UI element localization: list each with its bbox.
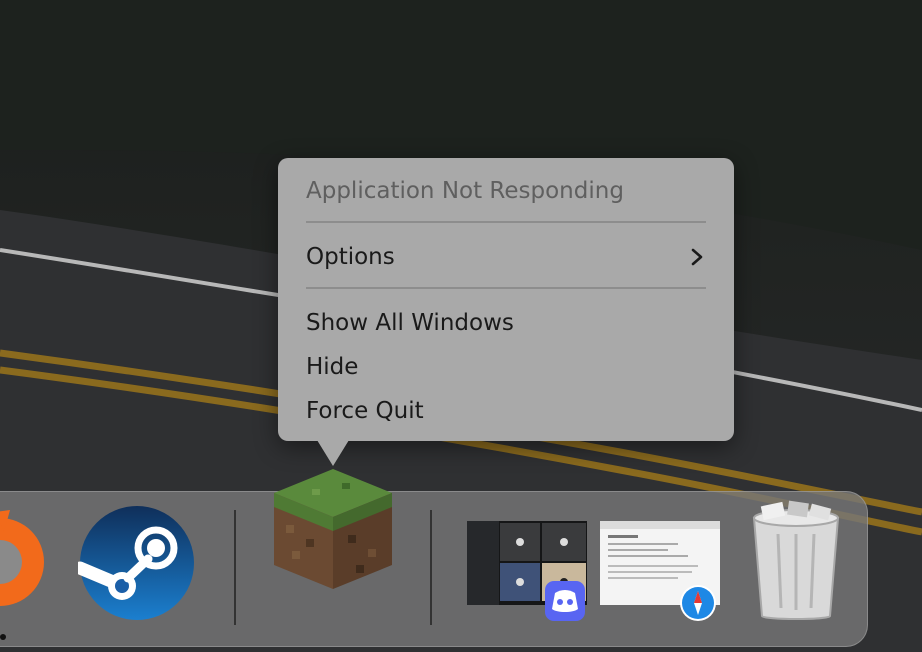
running-indicator: [0, 634, 6, 640]
discord-window-preview[interactable]: [467, 521, 587, 621]
menu-pointer-arrow: [317, 440, 349, 466]
menu-title-not-responding: Application Not Responding: [306, 178, 624, 204]
safari-window-preview[interactable]: [600, 521, 722, 621]
chevron-right-icon: [691, 248, 703, 266]
minecraft-icon[interactable]: [272, 465, 394, 593]
menu-separator: [306, 221, 706, 223]
menu-separator: [306, 287, 706, 289]
dock-divider: [234, 510, 236, 625]
menu-item-options-label: Options: [306, 244, 395, 270]
dock-divider: [430, 510, 432, 625]
menu-item-hide[interactable]: Hide: [306, 350, 706, 384]
origin-icon[interactable]: [0, 502, 48, 622]
menu-item-show-all-windows[interactable]: Show All Windows: [306, 306, 706, 340]
steam-icon[interactable]: [78, 504, 196, 622]
menu-item-force-quit[interactable]: Force Quit: [306, 394, 706, 428]
menu-item-options[interactable]: Options: [306, 240, 706, 274]
trash-icon[interactable]: [748, 500, 844, 624]
dock-context-menu: Application Not Responding Options Show …: [278, 158, 734, 441]
